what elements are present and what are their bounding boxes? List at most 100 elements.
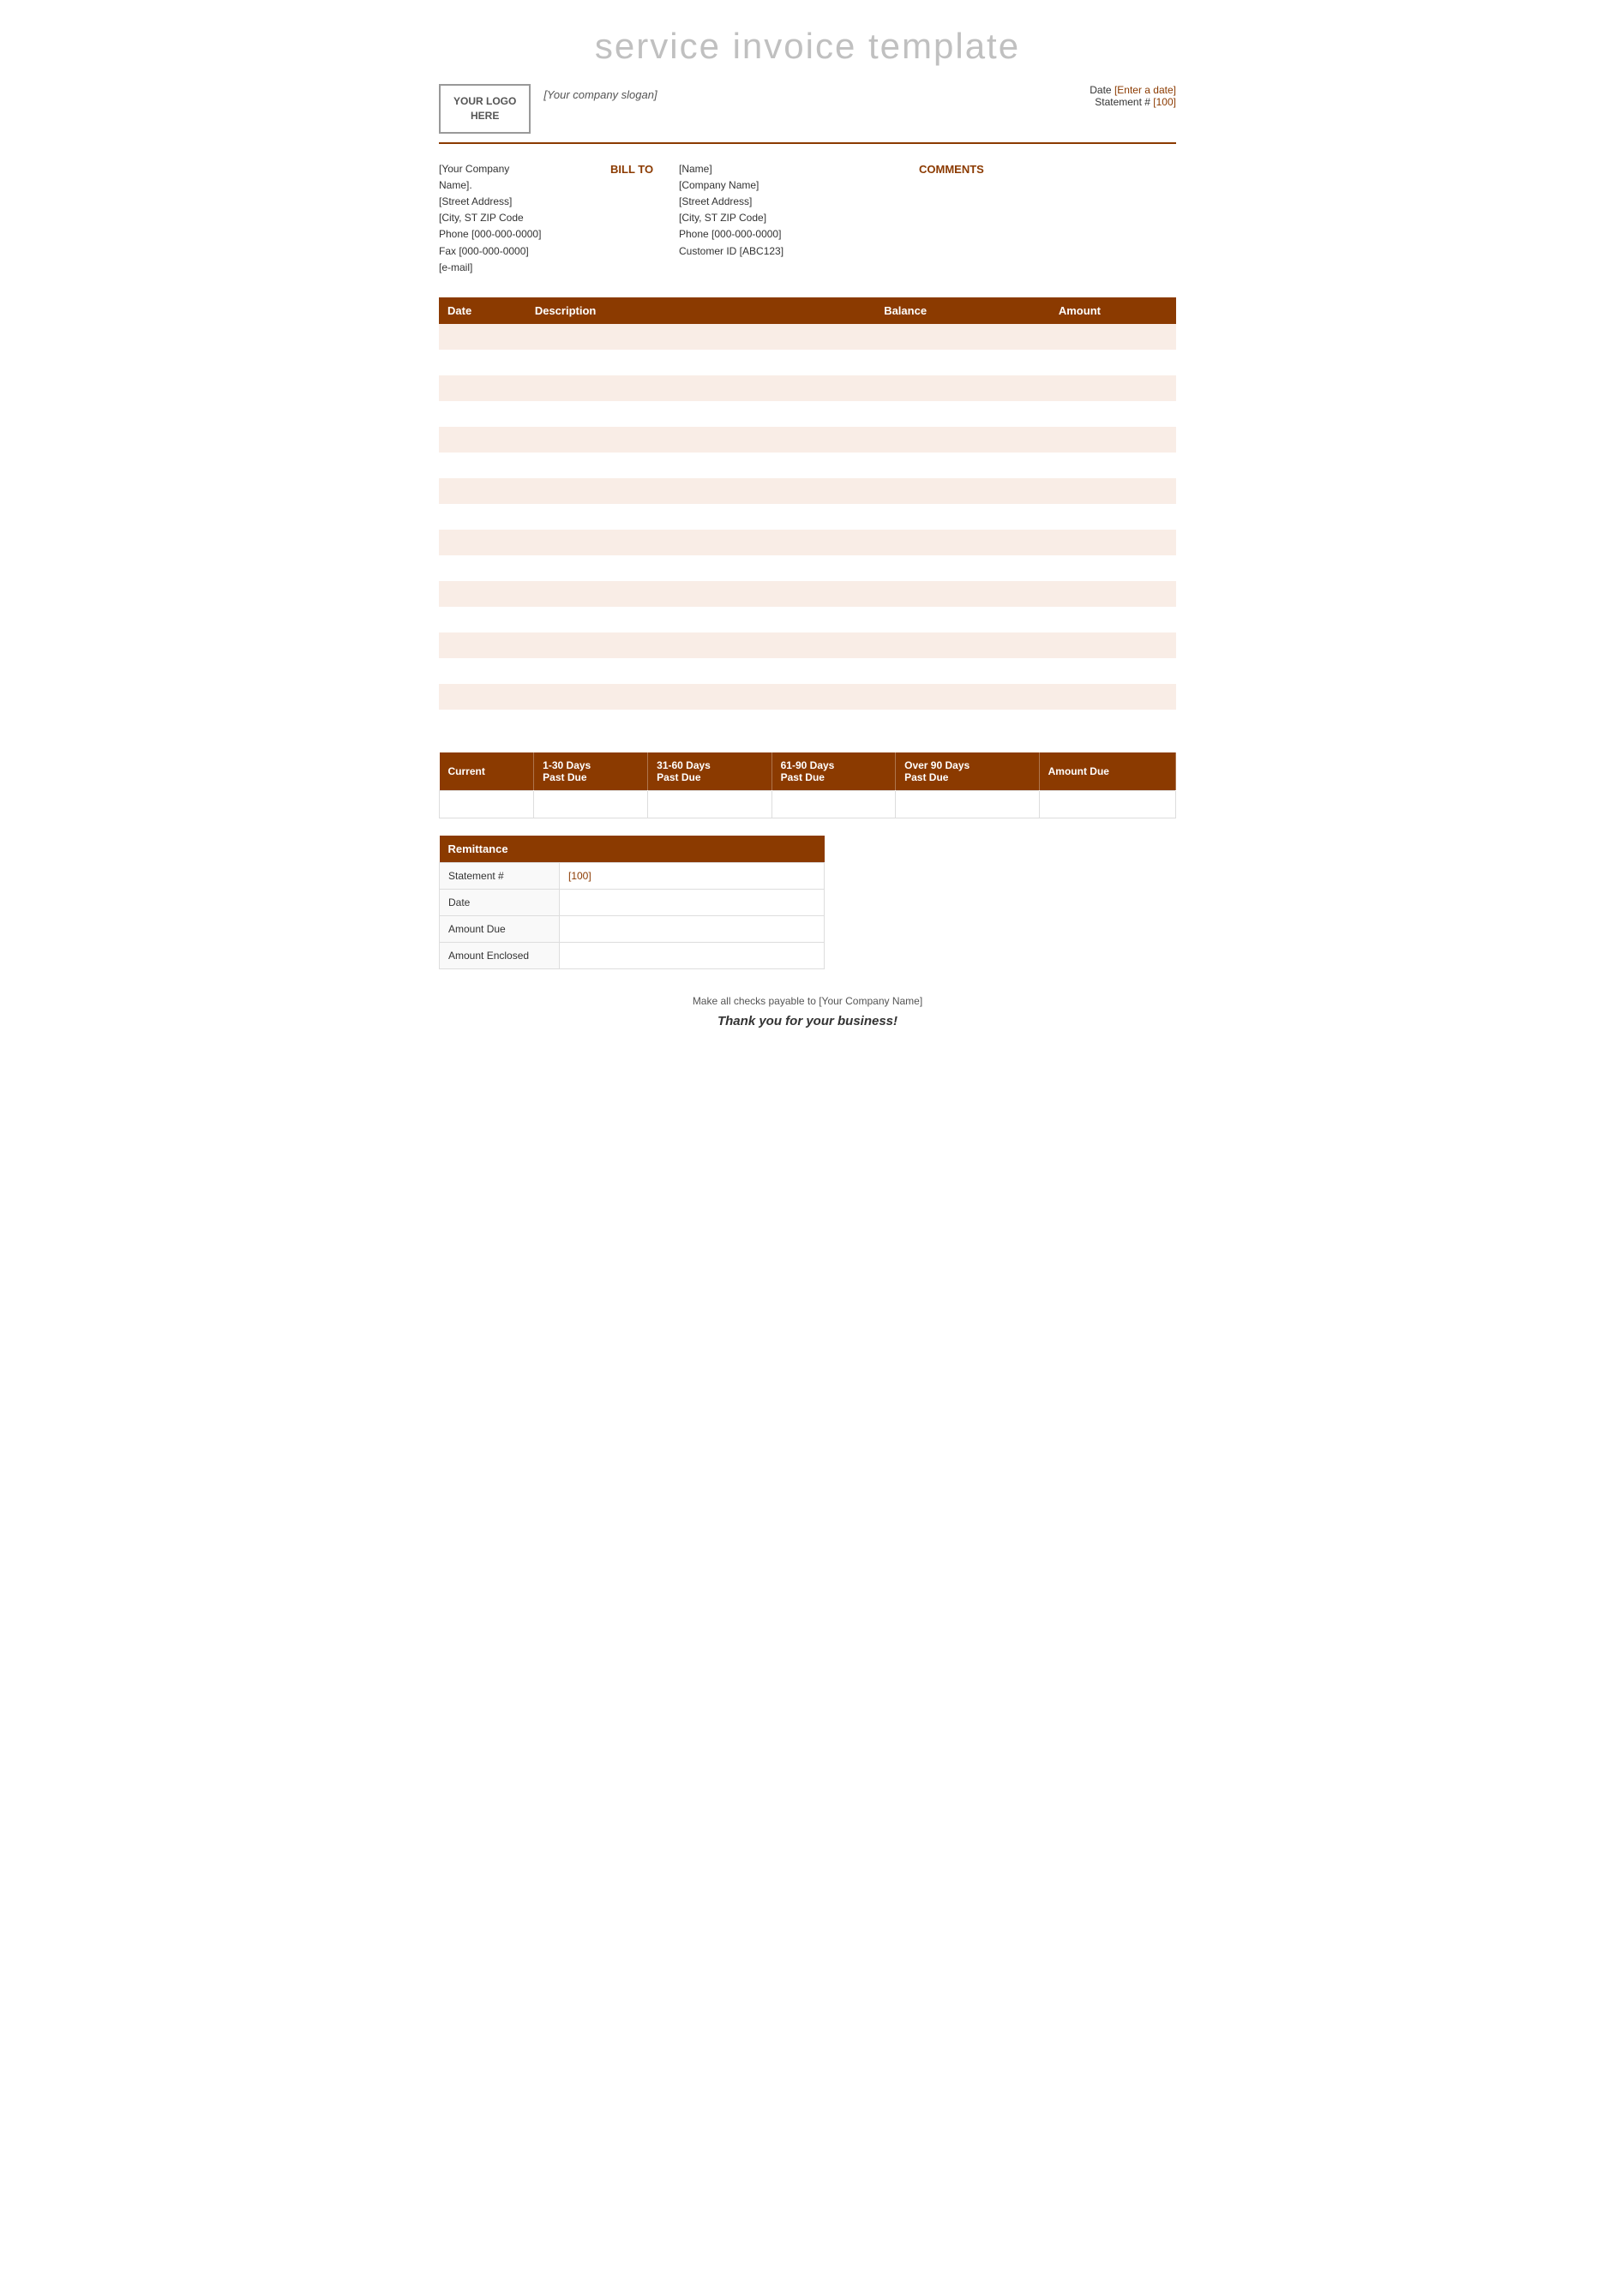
row-balance[interactable] [875, 710, 1050, 735]
summary-table: Current 1-30 DaysPast Due 31-60 DaysPast… [439, 752, 1176, 818]
row-balance[interactable] [875, 632, 1050, 658]
row-amount[interactable] [1050, 324, 1176, 350]
row-description[interactable] [526, 581, 875, 607]
row-date[interactable] [439, 504, 526, 530]
row-amount[interactable] [1050, 632, 1176, 658]
remittance-label-1: Date [440, 889, 560, 915]
table-row [439, 710, 1176, 735]
row-balance[interactable] [875, 530, 1050, 555]
row-description[interactable] [526, 710, 875, 735]
row-description[interactable] [526, 478, 875, 504]
row-date[interactable] [439, 453, 526, 478]
row-balance[interactable] [875, 324, 1050, 350]
row-balance[interactable] [875, 504, 1050, 530]
row-amount[interactable] [1050, 555, 1176, 581]
summary-61-90-value[interactable] [771, 790, 895, 818]
header-balance: Balance [875, 297, 1050, 324]
logo-box: YOUR LOGO HERE [439, 84, 531, 134]
table-row [439, 375, 1176, 401]
table-row [439, 581, 1176, 607]
row-balance[interactable] [875, 401, 1050, 427]
row-amount[interactable] [1050, 684, 1176, 710]
row-description[interactable] [526, 530, 875, 555]
row-description[interactable] [526, 607, 875, 632]
thank-you-message: Thank you for your business! [439, 1014, 1176, 1028]
row-amount[interactable] [1050, 658, 1176, 684]
row-amount[interactable] [1050, 427, 1176, 453]
row-date[interactable] [439, 632, 526, 658]
row-balance[interactable] [875, 427, 1050, 453]
company-slogan: [Your company slogan] [543, 88, 657, 101]
row-balance[interactable] [875, 350, 1050, 375]
row-amount[interactable] [1050, 401, 1176, 427]
row-description[interactable] [526, 632, 875, 658]
row-date[interactable] [439, 658, 526, 684]
header-amount: Amount [1050, 297, 1176, 324]
remittance-header: Remittance [440, 836, 825, 863]
summary-current-value[interactable] [440, 790, 534, 818]
row-balance[interactable] [875, 478, 1050, 504]
row-date[interactable] [439, 607, 526, 632]
table-row [439, 684, 1176, 710]
row-description[interactable] [526, 375, 875, 401]
row-date[interactable] [439, 324, 526, 350]
row-amount[interactable] [1050, 530, 1176, 555]
summary-over-90-value[interactable] [896, 790, 1040, 818]
company-info: [Your Company Name]. [Street Address] [C… [439, 161, 610, 276]
table-row [439, 350, 1176, 375]
remittance-value-1[interactable] [560, 889, 825, 915]
date-value[interactable]: [Enter a date] [1114, 84, 1176, 96]
row-amount[interactable] [1050, 607, 1176, 632]
summary-31-60-value[interactable] [648, 790, 771, 818]
summary-current: Current [440, 752, 534, 791]
row-balance[interactable] [875, 658, 1050, 684]
row-amount[interactable] [1050, 581, 1176, 607]
row-amount[interactable] [1050, 453, 1176, 478]
row-amount[interactable] [1050, 478, 1176, 504]
row-balance[interactable] [875, 684, 1050, 710]
row-balance[interactable] [875, 607, 1050, 632]
row-date[interactable] [439, 478, 526, 504]
billto-company: [Company Name] [679, 177, 919, 194]
row-description[interactable] [526, 555, 875, 581]
statement-value[interactable]: [100] [1153, 96, 1176, 108]
row-date[interactable] [439, 350, 526, 375]
row-date[interactable] [439, 684, 526, 710]
row-amount[interactable] [1050, 504, 1176, 530]
row-description[interactable] [526, 684, 875, 710]
info-section: [Your Company Name]. [Street Address] [C… [439, 161, 1176, 276]
row-balance[interactable] [875, 581, 1050, 607]
row-amount[interactable] [1050, 350, 1176, 375]
row-description[interactable] [526, 427, 875, 453]
row-description[interactable] [526, 401, 875, 427]
table-row [439, 324, 1176, 350]
row-date[interactable] [439, 401, 526, 427]
row-description[interactable] [526, 324, 875, 350]
remittance-value-0[interactable]: [100] [560, 862, 825, 889]
row-date[interactable] [439, 555, 526, 581]
summary-amount-due-value[interactable] [1039, 790, 1175, 818]
row-description[interactable] [526, 350, 875, 375]
row-balance[interactable] [875, 375, 1050, 401]
invoice-table: Date Description Balance Amount [439, 297, 1176, 735]
summary-1-30-value[interactable] [534, 790, 648, 818]
table-row [439, 504, 1176, 530]
row-date[interactable] [439, 710, 526, 735]
row-date[interactable] [439, 530, 526, 555]
row-description[interactable] [526, 453, 875, 478]
remittance-value-2[interactable] [560, 915, 825, 942]
row-amount[interactable] [1050, 375, 1176, 401]
row-date[interactable] [439, 427, 526, 453]
row-amount[interactable] [1050, 710, 1176, 735]
billto-phone: Phone [000-000-0000] [679, 226, 919, 243]
row-balance[interactable] [875, 453, 1050, 478]
remittance-table: Remittance Statement # [100] Date Amount… [439, 836, 825, 969]
row-description[interactable] [526, 658, 875, 684]
row-date[interactable] [439, 375, 526, 401]
billto-name: [Name] [679, 161, 919, 177]
row-date[interactable] [439, 581, 526, 607]
row-description[interactable] [526, 504, 875, 530]
remittance-value-3[interactable] [560, 942, 825, 968]
row-balance[interactable] [875, 555, 1050, 581]
summary-1-30: 1-30 DaysPast Due [534, 752, 648, 791]
